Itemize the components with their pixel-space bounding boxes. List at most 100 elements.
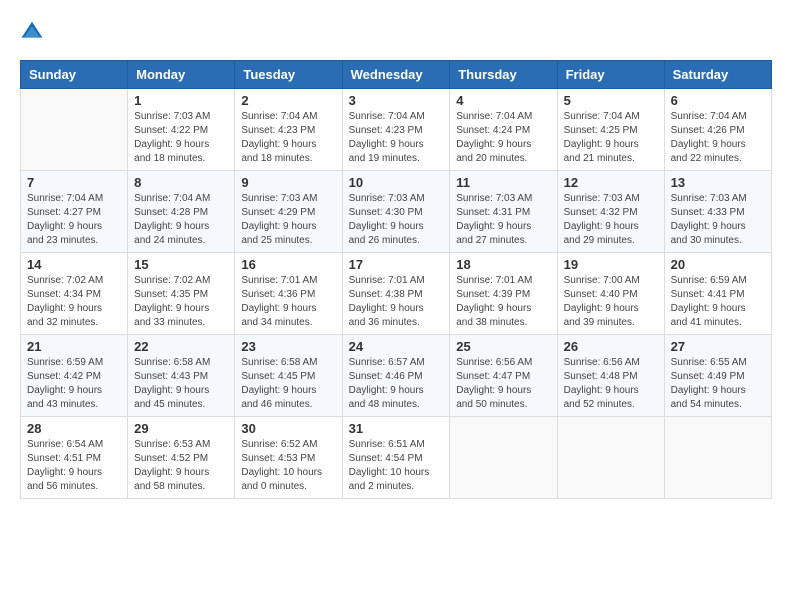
day-info: Sunrise: 7:01 AM Sunset: 4:39 PM Dayligh… xyxy=(456,274,550,330)
day-number: 12 xyxy=(564,175,658,190)
calendar-cell: 6Sunrise: 7:04 AM Sunset: 4:26 PM Daylig… xyxy=(664,89,771,171)
day-info: Sunrise: 6:58 AM Sunset: 4:43 PM Dayligh… xyxy=(134,356,228,412)
day-info: Sunrise: 7:04 AM Sunset: 4:25 PM Dayligh… xyxy=(564,110,658,166)
calendar-cell: 24 Sunrise: 6:57 AM Sunset: 4:46 PM Dayli… xyxy=(342,335,450,417)
day-number: 28 xyxy=(27,421,121,436)
logo xyxy=(20,20,48,44)
day-number: 9 xyxy=(241,175,335,190)
calendar-cell: 25Sunrise: 6:56 AM Sunset: 4:47 PM Dayli… xyxy=(450,335,557,417)
weekday-header: Wednesday xyxy=(342,61,450,89)
weekday-header: Tuesday xyxy=(235,61,342,89)
day-info: Sunrise: 6:56 AM Sunset: 4:47 PM Dayligh… xyxy=(456,356,550,412)
calendar-cell: 13 Sunrise: 7:03 AM Sunset: 4:33 PM Dayli… xyxy=(664,171,771,253)
calendar-cell: 17 Sunrise: 7:01 AM Sunset: 4:38 PM Dayli… xyxy=(342,253,450,335)
day-info: Sunrise: 7:04 AM Sunset: 4:27 PM Dayligh… xyxy=(27,192,121,248)
calendar-cell: 27 Sunrise: 6:55 AM Sunset: 4:49 PM Dayli… xyxy=(664,335,771,417)
day-info: Sunrise: 7:00 AM Sunset: 4:40 PM Dayligh… xyxy=(564,274,658,330)
weekday-header: Monday xyxy=(128,61,235,89)
calendar-cell: 23Sunrise: 6:58 AM Sunset: 4:45 PM Dayli… xyxy=(235,335,342,417)
day-info: Sunrise: 7:03 AM Sunset: 4:30 PM Dayligh… xyxy=(349,192,444,248)
day-info: Sunrise: 7:03 AM Sunset: 4:32 PM Dayligh… xyxy=(564,192,658,248)
weekday-header: Saturday xyxy=(664,61,771,89)
day-number: 11 xyxy=(456,175,550,190)
day-info: Sunrise: 7:04 AM Sunset: 4:23 PM Dayligh… xyxy=(349,110,444,166)
day-number: 2 xyxy=(241,93,335,108)
day-info: Sunrise: 6:54 AM Sunset: 4:51 PM Dayligh… xyxy=(27,438,121,494)
calendar-cell: 26 Sunrise: 6:56 AM Sunset: 4:48 PM Dayli… xyxy=(557,335,664,417)
calendar-cell: 12 Sunrise: 7:03 AM Sunset: 4:32 PM Dayli… xyxy=(557,171,664,253)
day-info: Sunrise: 6:51 AM Sunset: 4:54 PM Dayligh… xyxy=(349,438,444,494)
day-info: Sunrise: 7:04 AM Sunset: 4:26 PM Dayligh… xyxy=(671,110,765,166)
calendar-cell: 31 Sunrise: 6:51 AM Sunset: 4:54 PM Dayli… xyxy=(342,417,450,499)
day-number: 16 xyxy=(241,257,335,272)
day-info: Sunrise: 7:04 AM Sunset: 4:24 PM Dayligh… xyxy=(456,110,550,166)
day-info: Sunrise: 7:03 AM Sunset: 4:22 PM Dayligh… xyxy=(134,110,228,166)
calendar-cell: 5 Sunrise: 7:04 AM Sunset: 4:25 PM Daylig… xyxy=(557,89,664,171)
day-number: 24 xyxy=(349,339,444,354)
day-info: Sunrise: 6:57 AM Sunset: 4:46 PM Dayligh… xyxy=(349,356,444,412)
day-number: 18 xyxy=(456,257,550,272)
calendar-cell: 2 Sunrise: 7:04 AM Sunset: 4:23 PM Daylig… xyxy=(235,89,342,171)
calendar-header-row: SundayMondayTuesdayWednesdayThursdayFrid… xyxy=(21,61,772,89)
day-info: Sunrise: 7:01 AM Sunset: 4:38 PM Dayligh… xyxy=(349,274,444,330)
weekday-header: Friday xyxy=(557,61,664,89)
calendar-cell: 18 Sunrise: 7:01 AM Sunset: 4:39 PM Dayli… xyxy=(450,253,557,335)
calendar-cell: 22 Sunrise: 6:58 AM Sunset: 4:43 PM Dayli… xyxy=(128,335,235,417)
day-number: 17 xyxy=(349,257,444,272)
calendar-cell: 20Sunrise: 6:59 AM Sunset: 4:41 PM Dayli… xyxy=(664,253,771,335)
day-info: Sunrise: 7:03 AM Sunset: 4:31 PM Dayligh… xyxy=(456,192,550,248)
day-info: Sunrise: 7:02 AM Sunset: 4:34 PM Dayligh… xyxy=(27,274,121,330)
calendar-cell: 16Sunrise: 7:01 AM Sunset: 4:36 PM Dayli… xyxy=(235,253,342,335)
day-number: 1 xyxy=(134,93,228,108)
page-header xyxy=(20,20,772,44)
day-number: 3 xyxy=(349,93,444,108)
weekday-header: Thursday xyxy=(450,61,557,89)
calendar-cell: 21 Sunrise: 6:59 AM Sunset: 4:42 PM Dayli… xyxy=(21,335,128,417)
day-number: 29 xyxy=(134,421,228,436)
calendar-cell: 19 Sunrise: 7:00 AM Sunset: 4:40 PM Dayli… xyxy=(557,253,664,335)
calendar-week-row: 14 Sunrise: 7:02 AM Sunset: 4:34 PM Dayli… xyxy=(21,253,772,335)
calendar-cell: 7Sunrise: 7:04 AM Sunset: 4:27 PM Daylig… xyxy=(21,171,128,253)
calendar-cell xyxy=(664,417,771,499)
calendar-cell: 1 Sunrise: 7:03 AM Sunset: 4:22 PM Daylig… xyxy=(128,89,235,171)
day-number: 31 xyxy=(349,421,444,436)
calendar-table: SundayMondayTuesdayWednesdayThursdayFrid… xyxy=(20,60,772,499)
day-number: 10 xyxy=(349,175,444,190)
day-number: 15 xyxy=(134,257,228,272)
day-number: 14 xyxy=(27,257,121,272)
calendar-cell: 9 Sunrise: 7:03 AM Sunset: 4:29 PM Daylig… xyxy=(235,171,342,253)
calendar-cell: 4 Sunrise: 7:04 AM Sunset: 4:24 PM Daylig… xyxy=(450,89,557,171)
day-info: Sunrise: 7:04 AM Sunset: 4:28 PM Dayligh… xyxy=(134,192,228,248)
day-number: 21 xyxy=(27,339,121,354)
day-info: Sunrise: 6:55 AM Sunset: 4:49 PM Dayligh… xyxy=(671,356,765,412)
day-number: 22 xyxy=(134,339,228,354)
day-number: 20 xyxy=(671,257,765,272)
day-info: Sunrise: 6:52 AM Sunset: 4:53 PM Dayligh… xyxy=(241,438,335,494)
logo-icon xyxy=(20,20,44,44)
day-number: 30 xyxy=(241,421,335,436)
day-info: Sunrise: 7:03 AM Sunset: 4:29 PM Dayligh… xyxy=(241,192,335,248)
weekday-header: Sunday xyxy=(21,61,128,89)
day-info: Sunrise: 6:56 AM Sunset: 4:48 PM Dayligh… xyxy=(564,356,658,412)
day-number: 27 xyxy=(671,339,765,354)
calendar-week-row: 1 Sunrise: 7:03 AM Sunset: 4:22 PM Daylig… xyxy=(21,89,772,171)
calendar-week-row: 21 Sunrise: 6:59 AM Sunset: 4:42 PM Dayli… xyxy=(21,335,772,417)
day-info: Sunrise: 6:53 AM Sunset: 4:52 PM Dayligh… xyxy=(134,438,228,494)
calendar-cell: 10 Sunrise: 7:03 AM Sunset: 4:30 PM Dayli… xyxy=(342,171,450,253)
day-number: 4 xyxy=(456,93,550,108)
day-info: Sunrise: 6:59 AM Sunset: 4:42 PM Dayligh… xyxy=(27,356,121,412)
day-info: Sunrise: 7:03 AM Sunset: 4:33 PM Dayligh… xyxy=(671,192,765,248)
calendar-cell: 28 Sunrise: 6:54 AM Sunset: 4:51 PM Dayli… xyxy=(21,417,128,499)
calendar-cell xyxy=(21,89,128,171)
day-info: Sunrise: 7:04 AM Sunset: 4:23 PM Dayligh… xyxy=(241,110,335,166)
day-number: 13 xyxy=(671,175,765,190)
calendar-cell xyxy=(557,417,664,499)
calendar-cell: 30 Sunrise: 6:52 AM Sunset: 4:53 PM Dayli… xyxy=(235,417,342,499)
calendar-week-row: 7Sunrise: 7:04 AM Sunset: 4:27 PM Daylig… xyxy=(21,171,772,253)
day-number: 26 xyxy=(564,339,658,354)
day-info: Sunrise: 7:02 AM Sunset: 4:35 PM Dayligh… xyxy=(134,274,228,330)
day-number: 19 xyxy=(564,257,658,272)
calendar-cell: 15 Sunrise: 7:02 AM Sunset: 4:35 PM Dayli… xyxy=(128,253,235,335)
calendar-cell: 29 Sunrise: 6:53 AM Sunset: 4:52 PM Dayli… xyxy=(128,417,235,499)
day-number: 5 xyxy=(564,93,658,108)
